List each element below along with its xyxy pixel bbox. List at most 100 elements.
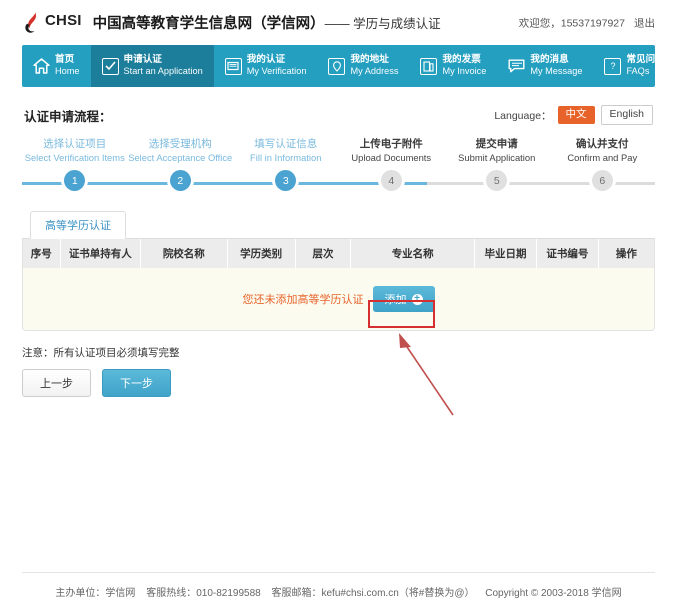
home-icon bbox=[33, 58, 50, 75]
step-5: 提交申请 Submit Application bbox=[444, 137, 550, 165]
step-3: 填写认证信息 Fill in Information bbox=[233, 137, 339, 165]
lang-button-chinese[interactable]: 中文 bbox=[558, 106, 595, 124]
lang-button-english[interactable]: English bbox=[601, 105, 653, 125]
footer-text: 主办单位：学信网 客服热线：010-82199588 客服邮箱：kefu#chs… bbox=[55, 584, 621, 599]
site-logo[interactable]: CHSI bbox=[24, 12, 82, 34]
nav-item-my-invoice[interactable]: 我的发票 My Invoice bbox=[409, 45, 497, 87]
step-circle-2: 2 bbox=[170, 170, 191, 191]
nav-label-en: My Verification bbox=[247, 66, 307, 76]
nav-item-my-message[interactable]: 我的消息 My Message bbox=[497, 45, 593, 87]
invoice-icon bbox=[420, 58, 437, 75]
footer-org: 主办单位：学信网 bbox=[55, 588, 135, 599]
column-header-school: 院校名称 bbox=[141, 239, 228, 268]
flow-title: 认证申请流程： bbox=[24, 106, 112, 125]
nav-item-faqs[interactable]: ? 常见问题 FAQs bbox=[593, 45, 655, 87]
certificate-icon bbox=[225, 58, 242, 75]
step-circle-6: 6 bbox=[592, 170, 613, 191]
location-shield-icon bbox=[328, 58, 345, 75]
flow-header: 认证申请流程： Language： 中文 English bbox=[22, 99, 655, 127]
nav-item-home[interactable]: 首页 Home bbox=[22, 45, 91, 87]
main-content: 认证申请流程： Language： 中文 English 选择认证项目 Sele… bbox=[22, 87, 655, 397]
step-circle-4: 4 bbox=[381, 170, 402, 191]
step-6: 确认并支付 Confirm and Pay bbox=[550, 137, 656, 165]
nav-label-cn: 我的地址 bbox=[350, 55, 398, 66]
step-1: 选择认证项目 Select Verification Items bbox=[22, 137, 128, 165]
logo-text: CHSI bbox=[45, 12, 82, 29]
step-labels: 选择认证项目 Select Verification Items 选择受理机构 … bbox=[22, 137, 655, 165]
footer-copyright: Copyright © 2003-2018 学信网 bbox=[485, 588, 621, 599]
nav-label-en: My Message bbox=[530, 66, 582, 76]
table-empty-cell: 您还未添加高等学历认证 添加 + bbox=[23, 268, 654, 330]
nav-label-en: My Address bbox=[350, 66, 398, 76]
main-navigation: 首页 Home 申请认证 Start an Application 我的认证 bbox=[22, 45, 655, 87]
user-area: 欢迎您，15537197927 退出 bbox=[519, 15, 655, 30]
next-step-button[interactable]: 下一步 bbox=[102, 369, 171, 397]
add-button-label: 添加 bbox=[385, 291, 407, 307]
step-label-en: Submit Application bbox=[444, 151, 550, 165]
step-circle-5: 5 bbox=[486, 170, 507, 191]
nav-item-my-verification[interactable]: 我的认证 My Verification bbox=[214, 45, 318, 87]
nav-label-cn: 首页 bbox=[55, 55, 80, 66]
language-switcher: Language： 中文 English bbox=[494, 105, 653, 125]
step-label-en: Select Acceptance Office bbox=[128, 151, 234, 165]
verification-items-table: 序号 证书单持有人 院校名称 学历类别 层次 专业名称 毕业日期 证书编号 操作 bbox=[22, 239, 655, 331]
step-4: 上传电子附件 Upload Documents bbox=[339, 137, 445, 165]
step-label-en: Select Verification Items bbox=[22, 151, 128, 165]
footer-hotline: 客服热线：010-82199588 bbox=[146, 588, 261, 599]
tab-bar: 高等学历认证 bbox=[22, 213, 655, 239]
previous-step-button[interactable]: 上一步 bbox=[22, 369, 91, 397]
nav-item-my-address[interactable]: 我的地址 My Address bbox=[317, 45, 409, 87]
nav-label-cn: 我的发票 bbox=[442, 55, 486, 66]
nav-label-cn: 我的认证 bbox=[247, 55, 307, 66]
message-icon bbox=[508, 58, 525, 75]
site-title-main: 中国高等教育学生信息网（学信网） bbox=[93, 16, 325, 32]
empty-state-message: 您还未添加高等学历认证 bbox=[243, 291, 364, 307]
table-empty-row: 您还未添加高等学历认证 添加 + bbox=[23, 268, 654, 330]
step-2: 选择受理机构 Select Acceptance Office bbox=[128, 137, 234, 165]
language-label: Language： bbox=[494, 108, 551, 123]
page-root: CHSI 中国高等教育学生信息网（学信网）—— 学历与成绩认证 欢迎您，1553… bbox=[0, 0, 677, 610]
step-circles: 1 2 3 4 5 6 bbox=[22, 170, 655, 191]
step-label-cn: 选择认证项目 bbox=[22, 137, 128, 151]
table-header-row: 序号 证书单持有人 院校名称 学历类别 层次 专业名称 毕业日期 证书编号 操作 bbox=[23, 239, 654, 268]
nav-label-cn: 常见问题 bbox=[626, 55, 655, 66]
plus-circle-icon: + bbox=[412, 294, 423, 305]
step-label-en: Fill in Information bbox=[233, 151, 339, 165]
nav-label-cn: 申请认证 bbox=[124, 55, 203, 66]
step-label-cn: 上传电子附件 bbox=[339, 137, 445, 151]
add-button[interactable]: 添加 + bbox=[373, 286, 435, 312]
column-header-action: 操作 bbox=[598, 239, 654, 268]
step-label-cn: 提交申请 bbox=[444, 137, 550, 151]
nav-item-start-application[interactable]: 申请认证 Start an Application bbox=[91, 45, 214, 87]
step-circle-3: 3 bbox=[275, 170, 296, 191]
site-footer: 主办单位：学信网 客服热线：010-82199588 客服邮箱：kefu#chs… bbox=[22, 572, 655, 610]
site-header: CHSI 中国高等教育学生信息网（学信网）—— 学历与成绩认证 欢迎您，1553… bbox=[0, 0, 677, 45]
nav-label-en: My Invoice bbox=[442, 66, 486, 76]
step-label-cn: 填写认证信息 bbox=[233, 137, 339, 151]
form-note: 注意：所有认证项目必须填写完整 bbox=[22, 345, 655, 360]
logout-link[interactable]: 退出 bbox=[634, 17, 655, 29]
column-header-cert-no: 证书编号 bbox=[536, 239, 598, 268]
tab-higher-education-verification[interactable]: 高等学历认证 bbox=[30, 211, 126, 239]
column-header-index: 序号 bbox=[23, 239, 60, 268]
column-header-type: 学历类别 bbox=[227, 239, 295, 268]
step-circle-1: 1 bbox=[64, 170, 85, 191]
step-label-en: Upload Documents bbox=[339, 151, 445, 165]
nav-label-en: FAQs bbox=[626, 66, 655, 76]
step-label-cn: 选择受理机构 bbox=[128, 137, 234, 151]
nav-label-cn: 我的消息 bbox=[530, 55, 582, 66]
nav-label-en: Start an Application bbox=[124, 66, 203, 76]
step-wizard: 选择认证项目 Select Verification Items 选择受理机构 … bbox=[22, 137, 655, 199]
step-label-en: Confirm and Pay bbox=[550, 151, 656, 165]
column-header-level: 层次 bbox=[295, 239, 351, 268]
chsi-flame-logo-icon bbox=[24, 12, 42, 34]
question-icon: ? bbox=[604, 58, 621, 75]
check-square-icon bbox=[102, 58, 119, 75]
nav-label-en: Home bbox=[55, 66, 80, 76]
site-title-sub: —— 学历与成绩认证 bbox=[325, 17, 441, 31]
page-title: 中国高等教育学生信息网（学信网）—— 学历与成绩认证 bbox=[93, 12, 441, 33]
footer-email: 客服邮箱：kefu#chsi.com.cn（将#替换为@） bbox=[272, 588, 475, 599]
column-header-holder: 证书单持有人 bbox=[60, 239, 140, 268]
welcome-text: 欢迎您，15537197927 bbox=[519, 17, 625, 29]
column-header-grad-date: 毕业日期 bbox=[475, 239, 537, 268]
